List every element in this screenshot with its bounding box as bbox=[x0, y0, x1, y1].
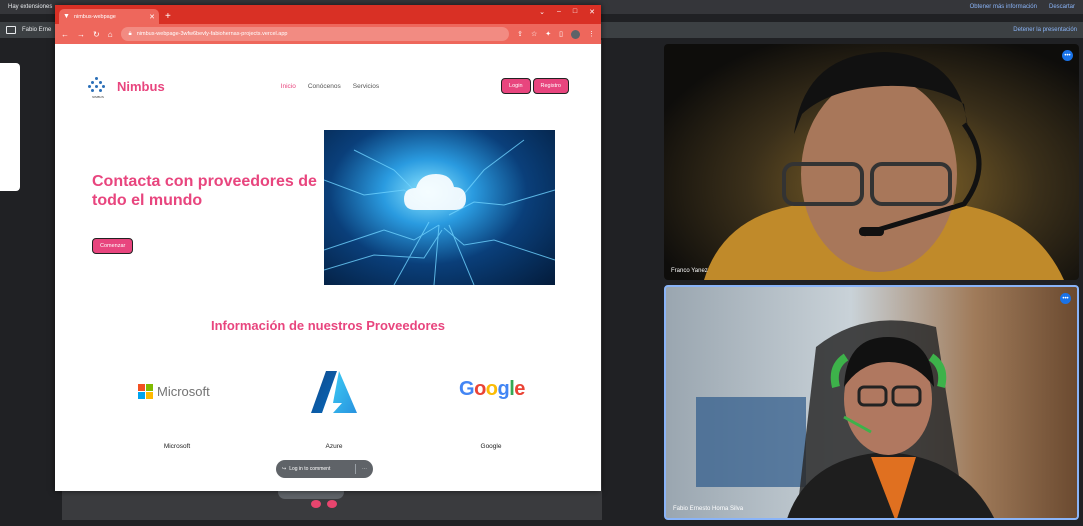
vercel-favicon-icon: ▼ bbox=[63, 13, 70, 20]
present-screen-icon bbox=[6, 26, 16, 34]
tab-strip: ▼ nimbus-webpage ✕ + ⌄ – □ ✕ bbox=[55, 5, 601, 24]
webpage: NIMBUS Nimbus Inicio Conócenos Servicios… bbox=[55, 44, 601, 491]
back-icon[interactable]: ← bbox=[61, 30, 69, 39]
lock-icon: 🔒︎ bbox=[128, 30, 132, 37]
maximize-icon[interactable]: □ bbox=[573, 8, 577, 16]
providers-section-title: Información de nuestros Proveedores bbox=[210, 318, 446, 333]
site-navbar: NIMBUS Nimbus Inicio Conócenos Servicios… bbox=[87, 74, 569, 99]
audio-level-icon: ••• bbox=[1060, 293, 1071, 304]
stop-presenting-button[interactable]: Detener la presentación bbox=[1013, 27, 1077, 33]
pink-decoration bbox=[311, 500, 321, 508]
pink-decoration bbox=[327, 500, 337, 508]
hero-title: Contacta con proveedores de todo el mund… bbox=[92, 173, 317, 209]
brand-name[interactable]: Nimbus bbox=[117, 79, 165, 94]
participant-tile[interactable]: ••• Franco Yanez bbox=[664, 44, 1079, 280]
side-panel bbox=[0, 63, 20, 191]
comment-icon: ↪ bbox=[282, 466, 287, 472]
start-button[interactable]: Comenzar bbox=[92, 238, 134, 254]
participant-name: Fabio Ernesto Horna Silva bbox=[673, 506, 744, 512]
share-icon[interactable]: ⇪ bbox=[517, 30, 523, 39]
minimize-icon[interactable]: – bbox=[557, 8, 561, 16]
microsoft-logo: Microsoft bbox=[138, 384, 210, 399]
provider-name-google: Google bbox=[480, 443, 502, 450]
chevron-down-icon[interactable]: ⌄ bbox=[539, 8, 545, 16]
nimbus-logo-icon: NIMBUS bbox=[87, 76, 107, 99]
url-bar[interactable]: 🔒︎ nimbus-webpage-3wfw6bevly-fabiohernas… bbox=[120, 27, 510, 41]
reload-icon[interactable]: ↻ bbox=[93, 30, 100, 39]
sidebar-icon[interactable]: ▯ bbox=[559, 30, 563, 39]
star-icon[interactable]: ☆ bbox=[531, 30, 537, 39]
home-icon[interactable]: ⌂ bbox=[108, 30, 113, 39]
nav-link-inicio[interactable]: Inicio bbox=[281, 83, 296, 90]
dismiss-link[interactable]: Descartar bbox=[1049, 4, 1075, 10]
log-in-to-comment-button[interactable]: Log in to comment bbox=[289, 466, 349, 472]
login-button[interactable]: Login bbox=[501, 78, 531, 94]
microsoft-logo-text: Microsoft bbox=[157, 384, 210, 399]
provider-name-microsoft: Microsoft bbox=[163, 443, 191, 450]
participant-tile[interactable]: ••• Fabio Ernesto Horna Silva bbox=[664, 285, 1079, 520]
microsoft-grid-icon bbox=[138, 384, 153, 399]
close-icon[interactable]: ✕ bbox=[589, 8, 595, 16]
register-button[interactable]: Registro bbox=[532, 78, 569, 94]
extensions-icon[interactable]: ✦ bbox=[545, 30, 551, 39]
google-logo: Google bbox=[459, 378, 525, 400]
tab-title: nimbus-webpage bbox=[73, 13, 116, 20]
browser-window: ▼ nimbus-webpage ✕ + ⌄ – □ ✕ ← → ↻ ⌂ 🔒︎ … bbox=[55, 5, 601, 491]
close-tab-icon[interactable]: ✕ bbox=[149, 13, 155, 21]
nav-link-conocenos[interactable]: Conócenos bbox=[308, 83, 341, 90]
url-text: nimbus-webpage-3wfw6bevly-fabiohernas-pr… bbox=[136, 31, 288, 37]
azure-logo-icon bbox=[309, 369, 359, 420]
cloud-circuit-image bbox=[324, 130, 555, 285]
profile-avatar[interactable] bbox=[571, 29, 580, 39]
extensions-notice-text: Hay extensiones bbox=[8, 4, 53, 10]
more-options-icon[interactable]: ⋯ bbox=[362, 466, 367, 472]
new-tab-icon[interactable]: + bbox=[165, 9, 171, 24]
presenter-name: Fabio Erne bbox=[22, 27, 52, 33]
provider-name-azure: Azure bbox=[325, 443, 343, 450]
logo-caption: NIMBUS bbox=[92, 95, 104, 99]
browser-tab[interactable]: ▼ nimbus-webpage ✕ bbox=[59, 9, 159, 24]
comment-toolbar: ↪ Log in to comment ⋯ bbox=[276, 460, 373, 478]
window-controls: ⌄ – □ ✕ bbox=[539, 8, 595, 16]
address-toolbar: ← → ↻ ⌂ 🔒︎ nimbus-webpage-3wfw6bevly-fab… bbox=[55, 24, 601, 44]
more-info-link[interactable]: Obtener más información bbox=[970, 4, 1037, 10]
audio-level-icon: ••• bbox=[1062, 50, 1073, 61]
site-menu: Inicio Conócenos Servicios bbox=[281, 83, 379, 90]
divider bbox=[355, 464, 356, 474]
nav-link-servicios[interactable]: Servicios bbox=[353, 83, 379, 90]
menu-icon[interactable]: ⋮ bbox=[588, 30, 595, 39]
participant-name: Franco Yanez bbox=[671, 268, 708, 274]
toolbar-icons: ⇪ ☆ ✦ ▯ ⋮ bbox=[517, 29, 595, 39]
forward-icon[interactable]: → bbox=[77, 30, 85, 39]
